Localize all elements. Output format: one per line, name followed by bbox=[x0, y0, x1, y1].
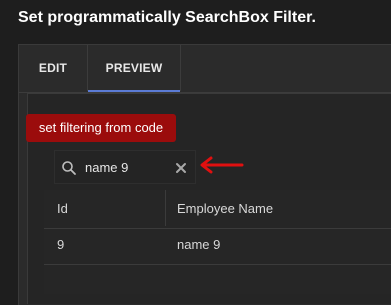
column-header-id[interactable]: Id bbox=[57, 190, 68, 226]
cell-employee-name: name 9 bbox=[177, 237, 221, 252]
column-divider bbox=[165, 190, 166, 226]
close-icon[interactable] bbox=[173, 160, 189, 176]
column-header-employee-name[interactable]: Employee Name bbox=[177, 190, 273, 226]
tab-preview[interactable]: PREVIEW bbox=[87, 45, 181, 92]
page-title: Set programmatically SearchBox Filter. bbox=[18, 9, 316, 26]
employee-table: Id Employee Name 9 name 9 bbox=[44, 190, 391, 294]
table-row[interactable]: 9 name 9 bbox=[44, 226, 391, 265]
table-header-row: Id Employee Name bbox=[44, 190, 391, 229]
search-icon bbox=[62, 161, 76, 175]
search-input[interactable] bbox=[85, 157, 169, 177]
search-box[interactable] bbox=[54, 150, 196, 184]
cell-id: 9 bbox=[57, 237, 65, 252]
arrow-left-icon bbox=[200, 156, 244, 174]
tab-edit[interactable]: EDIT bbox=[19, 45, 87, 91]
tab-bar: EDIT PREVIEW bbox=[19, 45, 391, 93]
set-filtering-button[interactable]: set filtering from code bbox=[26, 114, 176, 142]
